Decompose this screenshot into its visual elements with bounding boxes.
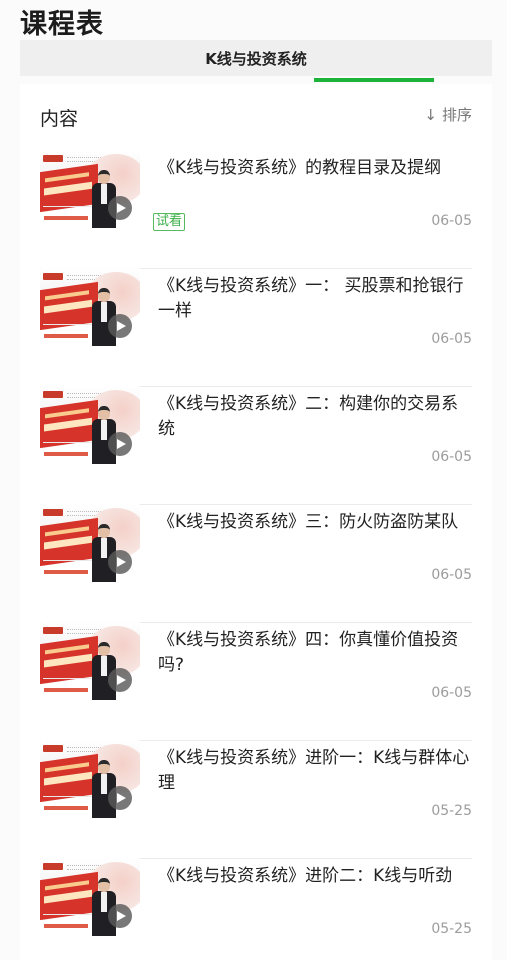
lesson-date: 06-05 — [431, 567, 472, 583]
lesson-thumbnail — [40, 268, 140, 346]
lesson-item[interactable]: 《K线与投资系统》四：你真懂价值投资吗? 06-05 — [40, 622, 472, 741]
content-card: 内容 ↓ 排序 《K线与投资系统》的教程目录及提纲 试看 06-05 《K线与投… — [20, 84, 492, 960]
tab-course[interactable]: K线与投资系统 — [20, 48, 492, 69]
play-icon[interactable] — [108, 904, 132, 928]
tab-bar: K线与投资系统 — [20, 40, 492, 76]
lesson-title: 《K线与投资系统》三：防火防盗防某队 — [158, 512, 459, 532]
lesson-item[interactable]: 《K线与投资系统》进阶一：K线与群体心理 05-25 — [40, 740, 472, 859]
tab-active-indicator — [314, 78, 434, 82]
lesson-date: 06-05 — [431, 331, 472, 347]
lesson-item[interactable]: 《K线与投资系统》二：构建你的交易系统 06-05 — [40, 386, 472, 505]
play-icon[interactable] — [108, 550, 132, 574]
lesson-title: 《K线与投资系统》进阶一：K线与群体心理 — [158, 748, 470, 793]
lesson-title: 《K线与投资系统》的教程目录及提纲 — [158, 158, 442, 178]
course-schedule-page: 课程表 K线与投资系统 内容 ↓ 排序 《K线与投资系统》的教程目录及提纲 试看 … — [0, 0, 507, 960]
trial-badge: 试看 — [153, 213, 186, 231]
play-icon[interactable] — [108, 314, 132, 338]
lesson-date: 05-25 — [431, 803, 472, 819]
lesson-title: 《K线与投资系统》进阶二：K线与听劲 — [158, 866, 453, 886]
play-icon[interactable] — [108, 668, 132, 692]
lesson-date: 05-25 — [431, 921, 472, 937]
lesson-thumbnail — [40, 740, 140, 818]
lesson-item[interactable]: 《K线与投资系统》三：防火防盗防某队 06-05 — [40, 504, 472, 623]
lesson-date: 06-05 — [431, 449, 472, 465]
page-title: 课程表 — [20, 9, 104, 40]
lesson-title: 《K线与投资系统》二：构建你的交易系统 — [158, 394, 459, 439]
play-icon[interactable] — [108, 432, 132, 456]
lesson-thumbnail — [40, 504, 140, 582]
lesson-item[interactable]: 《K线与投资系统》的教程目录及提纲 试看 06-05 — [40, 150, 472, 269]
play-icon[interactable] — [108, 786, 132, 810]
lesson-title: 《K线与投资系统》一： 买股票和抢银行一样 — [158, 276, 464, 321]
lesson-title: 《K线与投资系统》四：你真懂价值投资吗? — [158, 630, 459, 675]
lesson-thumbnail — [40, 622, 140, 700]
lesson-thumbnail — [40, 150, 140, 228]
lesson-item[interactable]: 《K线与投资系统》一： 买股票和抢银行一样 06-05 — [40, 268, 472, 387]
lesson-thumbnail — [40, 858, 140, 936]
lesson-date: 06-05 — [431, 213, 472, 229]
sort-label: 排序 — [441, 106, 472, 124]
section-title: 内容 — [40, 108, 79, 130]
sort-button[interactable]: ↓ 排序 — [424, 104, 472, 125]
lesson-date: 06-05 — [431, 685, 472, 701]
lesson-thumbnail — [40, 386, 140, 464]
arrow-down-icon: ↓ — [424, 106, 437, 124]
play-icon[interactable] — [108, 196, 132, 220]
lesson-item[interactable]: 《K线与投资系统》进阶二：K线与听劲 05-25 — [40, 858, 472, 960]
